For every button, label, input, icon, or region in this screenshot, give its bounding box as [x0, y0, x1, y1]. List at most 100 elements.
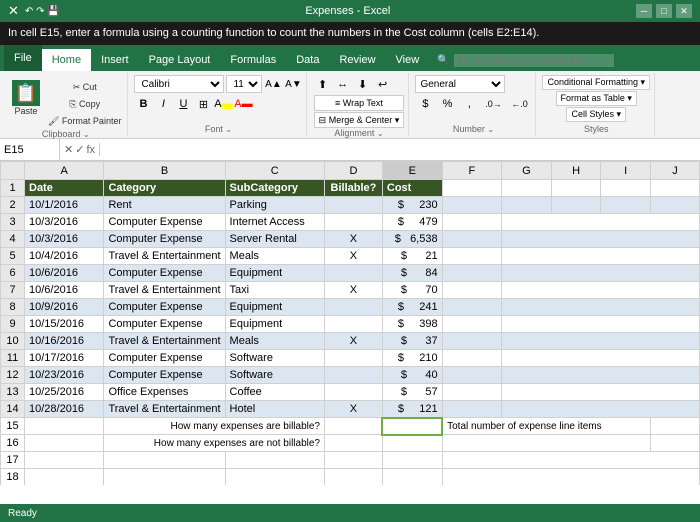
cell-e17[interactable] — [382, 452, 442, 469]
cell-a2[interactable]: 10/1/2016 — [25, 197, 104, 214]
cell-b1[interactable]: Category — [104, 180, 225, 197]
cell-b11[interactable]: Computer Expense — [104, 350, 225, 367]
cell-f6[interactable] — [442, 265, 502, 282]
font-color-button[interactable]: A▬ — [234, 95, 252, 113]
maximize-button[interactable]: □ — [656, 4, 672, 18]
cell-i2[interactable] — [601, 197, 651, 214]
close-button[interactable]: ✕ — [676, 4, 692, 18]
cell-d18[interactable] — [325, 469, 383, 486]
border-button[interactable]: ⊞ — [194, 95, 212, 113]
cell-e15[interactable] — [382, 418, 442, 435]
cell-a12[interactable]: 10/23/2016 — [25, 367, 104, 384]
formula-input[interactable] — [100, 139, 700, 160]
cell-d11[interactable] — [325, 350, 383, 367]
cell-d1[interactable]: Billable? — [325, 180, 383, 197]
cell-f10[interactable] — [442, 333, 502, 350]
cell-g10[interactable] — [502, 333, 700, 350]
copy-button[interactable]: ⎘ Copy — [46, 96, 123, 112]
cell-d10[interactable]: X — [325, 333, 383, 350]
cell-g6[interactable] — [502, 265, 700, 282]
cell-c2[interactable]: Parking — [225, 197, 324, 214]
paste-button[interactable]: 📋 Paste — [8, 77, 44, 119]
cell-b7[interactable]: Travel & Entertainment — [104, 282, 225, 299]
cell-c14[interactable]: Hotel — [225, 401, 324, 418]
cell-c1[interactable]: SubCategory — [225, 180, 324, 197]
cell-g5[interactable] — [502, 248, 700, 265]
cell-b16[interactable]: How many expenses are not billable? — [104, 435, 325, 452]
cell-g4[interactable] — [502, 231, 700, 248]
cell-e4[interactable]: $ 6,538 — [382, 231, 442, 248]
cell-d6[interactable] — [325, 265, 383, 282]
cell-c3[interactable]: Internet Access — [225, 214, 324, 231]
col-header-a[interactable]: A — [25, 162, 104, 180]
cell-c12[interactable]: Software — [225, 367, 324, 384]
cell-e13[interactable]: $ 57 — [382, 384, 442, 401]
cell-d5[interactable]: X — [325, 248, 383, 265]
cell-d4[interactable]: X — [325, 231, 383, 248]
tab-review[interactable]: Review — [329, 49, 385, 71]
cell-e5[interactable]: $ 21 — [382, 248, 442, 265]
cell-c9[interactable]: Equipment — [225, 316, 324, 333]
cell-g1[interactable] — [502, 180, 552, 197]
cell-g2[interactable] — [502, 197, 552, 214]
cell-e3[interactable]: $ 479 — [382, 214, 442, 231]
cell-d12[interactable] — [325, 367, 383, 384]
cell-b8[interactable]: Computer Expense — [104, 299, 225, 316]
increase-font-button[interactable]: A▲ — [264, 75, 282, 93]
percent-button[interactable]: % — [437, 95, 457, 113]
conditional-formatting-button[interactable]: Conditional Formatting ▾ — [542, 75, 650, 90]
cell-a16[interactable] — [25, 435, 104, 452]
cell-c6[interactable]: Equipment — [225, 265, 324, 282]
cell-c5[interactable]: Meals — [225, 248, 324, 265]
confirm-formula-button[interactable]: ✓ — [75, 143, 84, 156]
cell-c4[interactable]: Server Rental — [225, 231, 324, 248]
cell-a3[interactable]: 10/3/2016 — [25, 214, 104, 231]
decrease-decimal-button[interactable]: ←.0 — [507, 95, 531, 113]
decrease-font-button[interactable]: A▼ — [284, 75, 302, 93]
cell-b17[interactable] — [104, 452, 225, 469]
wrap-text-button[interactable]: ≡ Wrap Text — [314, 95, 405, 111]
cell-b2[interactable]: Rent — [104, 197, 225, 214]
cell-d2[interactable] — [325, 197, 383, 214]
cell-reference[interactable]: E15 — [0, 139, 60, 160]
cell-b12[interactable]: Computer Expense — [104, 367, 225, 384]
cell-c10[interactable]: Meals — [225, 333, 324, 350]
cell-b15[interactable]: How many expenses are billable? — [104, 418, 325, 435]
cell-a1[interactable]: Date — [25, 180, 104, 197]
cell-d16[interactable] — [325, 435, 383, 452]
cell-b4[interactable]: Computer Expense — [104, 231, 225, 248]
align-bottom-button[interactable]: ⬇ — [354, 75, 372, 93]
cell-f13[interactable] — [442, 384, 502, 401]
cell-b14[interactable]: Travel & Entertainment — [104, 401, 225, 418]
cell-f1[interactable] — [442, 180, 502, 197]
col-header-g[interactable]: G — [502, 162, 552, 180]
cell-f16[interactable] — [442, 435, 650, 452]
cell-e16[interactable] — [382, 435, 442, 452]
tab-page-layout[interactable]: Page Layout — [139, 49, 221, 71]
number-format-select[interactable]: General — [415, 75, 505, 93]
cell-b5[interactable]: Travel & Entertainment — [104, 248, 225, 265]
cell-c11[interactable]: Software — [225, 350, 324, 367]
cell-f7[interactable] — [442, 282, 502, 299]
cell-g7[interactable] — [502, 282, 700, 299]
fill-color-button[interactable]: A▬ — [214, 95, 232, 113]
cell-f4[interactable] — [442, 231, 502, 248]
cell-g11[interactable] — [502, 350, 700, 367]
cell-g14[interactable] — [502, 401, 700, 418]
cell-d14[interactable]: X — [325, 401, 383, 418]
tab-data[interactable]: Data — [286, 49, 329, 71]
cell-a10[interactable]: 10/16/2016 — [25, 333, 104, 350]
tab-file[interactable]: File — [4, 45, 42, 71]
cell-e10[interactable]: $ 37 — [382, 333, 442, 350]
cell-e9[interactable]: $ 398 — [382, 316, 442, 333]
cell-f2[interactable] — [442, 197, 502, 214]
format-painter-button[interactable]: 🖌 Format Painter — [46, 113, 123, 129]
cell-d9[interactable] — [325, 316, 383, 333]
cell-f8[interactable] — [442, 299, 502, 316]
cell-j1[interactable] — [651, 180, 700, 197]
cell-f3[interactable] — [442, 214, 502, 231]
cell-a14[interactable]: 10/28/2016 — [25, 401, 104, 418]
cell-b3[interactable]: Computer Expense — [104, 214, 225, 231]
font-size-select[interactable]: 11 — [226, 75, 262, 93]
cut-button[interactable]: ✂ Cut — [46, 79, 123, 95]
